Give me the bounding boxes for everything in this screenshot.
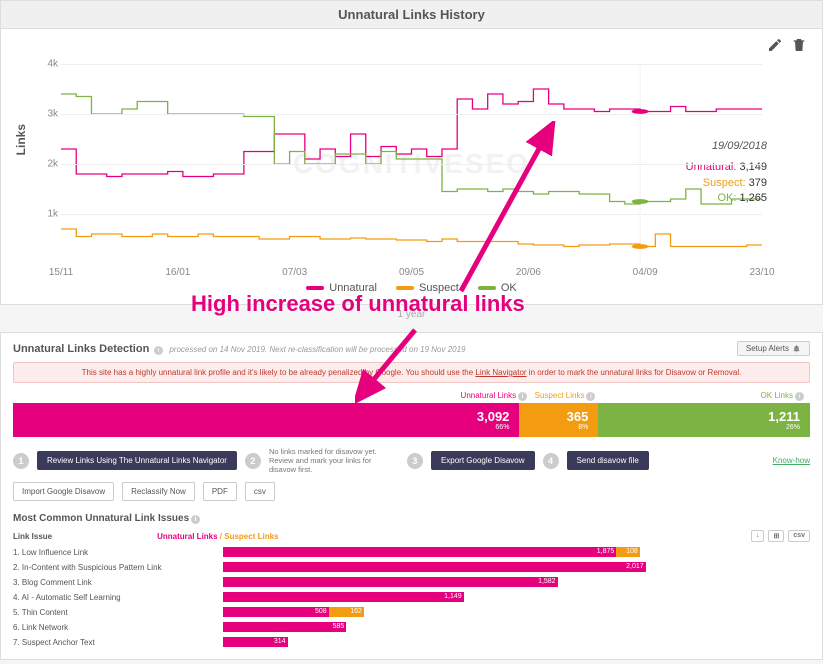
issue-bar: 2,017 <box>223 562 810 572</box>
issue-bar: 508162 <box>223 607 810 617</box>
export-button[interactable]: Export Google Disavow <box>431 451 535 470</box>
step-4: 4 <box>543 453 559 469</box>
info-icon[interactable]: i <box>191 515 200 524</box>
issue-label: 6. Link Network <box>13 623 223 632</box>
no-marks-text: No links marked for disavow yet. Review … <box>269 447 399 474</box>
edit-icon[interactable] <box>767 37 783 56</box>
issue-bar: 585 <box>223 622 810 632</box>
issues-title: Most Common Unnatural Link Issues <box>13 513 189 524</box>
issue-row: 2. In-Content with Suspicious Pattern Li… <box>13 561 810 573</box>
action-row: 1 Review Links Using The Unnatural Links… <box>13 447 810 501</box>
x-ticks: 15/1116/0107/0309/0520/0604/0923/10 <box>61 267 762 282</box>
segment-labels: Unnatural Linksi Suspect Linksi OK Links… <box>13 391 810 401</box>
import-button[interactable]: Import Google Disavow <box>13 482 114 501</box>
panel-title: Unnatural Links History <box>1 1 822 29</box>
csv-icon[interactable]: csv <box>788 530 810 542</box>
chart-tooltip: 19/09/2018 Unnatural: 3,149 Suspect: 379… <box>686 139 767 207</box>
info-icon[interactable]: i <box>795 392 804 401</box>
info-icon[interactable]: i <box>154 346 163 355</box>
issue-bar: 1,582 <box>223 577 810 587</box>
issue-label: 3. Blog Comment Link <box>13 578 223 587</box>
stacked-bar: 3,092 66% 365 8% 1,211 26% <box>13 403 810 437</box>
detection-title: Unnatural Links Detection <box>13 343 149 355</box>
issue-bar: 1,875108 <box>223 547 810 557</box>
link-navigator-link[interactable]: Link Navigator <box>475 368 526 377</box>
y-axis-label: Links <box>14 124 28 155</box>
segment-ok[interactable]: 1,211 26% <box>598 403 810 437</box>
info-icon[interactable]: i <box>586 392 595 401</box>
csv-button[interactable]: csv <box>245 482 275 501</box>
issue-bar: 314 <box>223 637 810 647</box>
issue-row: 7. Suspect Anchor Text314 <box>13 636 810 648</box>
chart-plot-area[interactable]: COGNITIVESEO Links 1k2k3k4k 15/1116/0107… <box>61 64 762 264</box>
bell-icon <box>792 344 801 353</box>
issue-row: 3. Blog Comment Link1,582 <box>13 576 810 588</box>
tooltip-date: 19/09/2018 <box>686 139 767 154</box>
step-2: 2 <box>245 453 261 469</box>
segment-suspect[interactable]: 365 8% <box>519 403 598 437</box>
reclassify-button[interactable]: Reclassify Now <box>122 482 195 501</box>
chart-container: COGNITIVESEO Links 1k2k3k4k 15/1116/0107… <box>1 29 822 304</box>
step-3: 3 <box>407 453 423 469</box>
grid-icon[interactable]: ⊞ <box>768 530 784 542</box>
issue-row: 5. Thin Content508162 <box>13 606 810 618</box>
issue-bar: 1,149 <box>223 592 810 602</box>
issues-head-label: Link Issue <box>13 532 52 541</box>
segment-unnatural[interactable]: 3,092 66% <box>13 403 519 437</box>
issue-label: 1. Low Influence Link <box>13 548 223 557</box>
issue-label: 5. Thin Content <box>13 608 223 617</box>
delete-icon[interactable] <box>791 37 807 56</box>
history-panel: Unnatural Links History COGNITIVESEO Lin… <box>0 0 823 305</box>
issue-row: 1. Low Influence Link1,875108 <box>13 546 810 558</box>
issue-label: 2. In-Content with Suspicious Pattern Li… <box>13 563 223 572</box>
download-icons: ↓ ⊞ csv <box>751 530 810 542</box>
send-disavow-button[interactable]: Send disavow file <box>567 451 649 470</box>
info-icon[interactable]: i <box>518 392 527 401</box>
y-ticks: 1k2k3k4k <box>33 64 58 264</box>
setup-alerts-button[interactable]: Setup Alerts <box>737 341 810 356</box>
warning-banner: This site has a highly unnatural link pr… <box>13 362 810 383</box>
issue-row: 4. AI - Automatic Self Learning1,149 <box>13 591 810 603</box>
annotation-text: High increase of unnatural links <box>191 291 525 317</box>
step-1: 1 <box>13 453 29 469</box>
know-how-link[interactable]: Know-how <box>773 456 810 465</box>
detection-panel: Unnatural Links Detection i processed on… <box>0 332 823 660</box>
review-button[interactable]: Review Links Using The Unnatural Links N… <box>37 451 237 470</box>
pdf-button[interactable]: PDF <box>203 482 237 501</box>
issues-list: 1. Low Influence Link1,8751082. In-Conte… <box>13 546 810 648</box>
download-icon[interactable]: ↓ <box>751 530 765 542</box>
detection-subtitle: processed on 14 Nov 2019. Next re-classi… <box>169 345 465 354</box>
issue-label: 4. AI - Automatic Self Learning <box>13 593 223 602</box>
issue-label: 7. Suspect Anchor Text <box>13 638 223 647</box>
issue-row: 6. Link Network585 <box>13 621 810 633</box>
